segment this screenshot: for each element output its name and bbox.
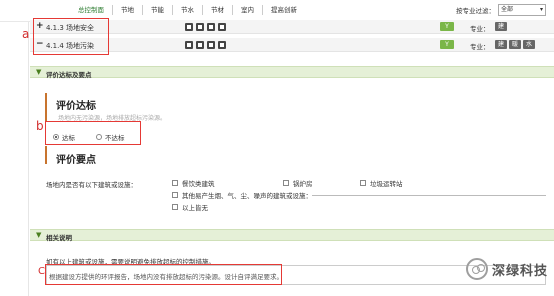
checkbox-catering[interactable]: 餐饮类建筑 (172, 178, 215, 188)
annotation-label-b: b (36, 119, 44, 133)
list-icon[interactable] (185, 41, 193, 49)
panel-title: 评价达标及要点 (46, 71, 92, 79)
profession-tag: 建 (495, 22, 508, 31)
checkbox-label: 锅炉房 (293, 180, 313, 188)
checkbox-label: 垃圾运转站 (370, 180, 403, 188)
tab-land[interactable]: 节地 (113, 5, 143, 15)
profession-select[interactable]: 全部 ▾ (498, 4, 546, 16)
checkbox-boiler[interactable]: 锅炉房 (283, 178, 313, 188)
facility-question: 场地内是否有以下建筑或设施： (46, 181, 137, 189)
panel-header-notes[interactable]: ▼ 相关说明 (30, 229, 554, 242)
chevron-down-icon: ▾ (539, 6, 543, 13)
document-icon[interactable] (207, 41, 215, 49)
checkbox-label: 餐饮类建筑 (182, 180, 215, 188)
annotation-box-b (45, 121, 141, 145)
tab-material[interactable]: 节材 (203, 5, 233, 15)
status-badge: Y (440, 22, 454, 31)
annotation-box-c (45, 264, 282, 285)
filter-value: 全部 (501, 6, 514, 13)
checkbox-garbage[interactable]: 垃圾运转站 (360, 178, 403, 188)
annotation-label-c: C (38, 266, 45, 277)
profession-tag: 建 (495, 40, 508, 49)
left-divider (28, 22, 29, 296)
document-icon[interactable] (207, 23, 215, 31)
points-heading: 评价要点 (56, 155, 96, 166)
watermark-text: 深绿科技 (492, 263, 549, 279)
row-tools (185, 23, 229, 31)
checkbox-label: 其他易产生烟、气、尘、噪声的建筑或设施： (182, 192, 312, 200)
checkbox-none[interactable]: 以上皆无 (172, 202, 208, 212)
filter-label: 按专业过滤： (456, 7, 495, 15)
chevron-down-icon: ▼ (36, 68, 42, 76)
profession-filter: 按专业过滤： 全部 ▾ (456, 4, 546, 16)
other-facility-input[interactable] (312, 195, 546, 196)
checkbox-box (283, 180, 289, 186)
annotation-label-a: a (22, 27, 30, 41)
row-tools (185, 41, 229, 49)
tab-innovation[interactable]: 提高创新 (263, 5, 305, 15)
tab-overview[interactable]: 总控制面 (70, 5, 113, 15)
checkbox-label: 以上皆无 (182, 204, 208, 212)
profession-label: 专业： (470, 43, 490, 51)
checkbox-box (172, 192, 178, 198)
chevron-down-icon: ▼ (36, 231, 42, 239)
checkbox-box (360, 180, 366, 186)
profession-tags: 建 (495, 22, 509, 31)
panel-header-evaluation[interactable]: ▼ 评价达标及要点 (30, 66, 554, 79)
watermark: 深绿科技 (466, 258, 548, 280)
wechat-logo-icon (466, 258, 488, 280)
list-icon[interactable] (185, 23, 193, 31)
eval-heading: 评价达标 (56, 101, 96, 112)
section-accent-bar (45, 146, 47, 164)
tab-energy[interactable]: 节能 (143, 5, 173, 15)
panel-title: 相关说明 (46, 234, 72, 242)
lightning-icon[interactable] (218, 23, 226, 31)
checkbox-box (172, 180, 178, 186)
section-accent-bar (45, 93, 47, 121)
checkbox-box (172, 204, 178, 210)
category-tabs: 总控制面 节地 节能 节水 节材 室内 提高创新 (70, 5, 305, 15)
profession-tag: 暖 (509, 40, 522, 49)
status-badge: Y (440, 40, 454, 49)
lightning-icon[interactable] (218, 41, 226, 49)
annotation-box-a (33, 18, 109, 55)
profession-label: 专业： (470, 25, 490, 33)
profession-tag: 水 (523, 40, 536, 49)
tab-indoor[interactable]: 室内 (233, 5, 263, 15)
comment-icon[interactable] (196, 23, 204, 31)
checkbox-other[interactable]: 其他易产生烟、气、尘、噪声的建筑或设施： (172, 190, 312, 200)
comment-icon[interactable] (196, 41, 204, 49)
profession-tags: 建 暖 水 (495, 40, 537, 49)
tab-water[interactable]: 节水 (173, 5, 203, 15)
